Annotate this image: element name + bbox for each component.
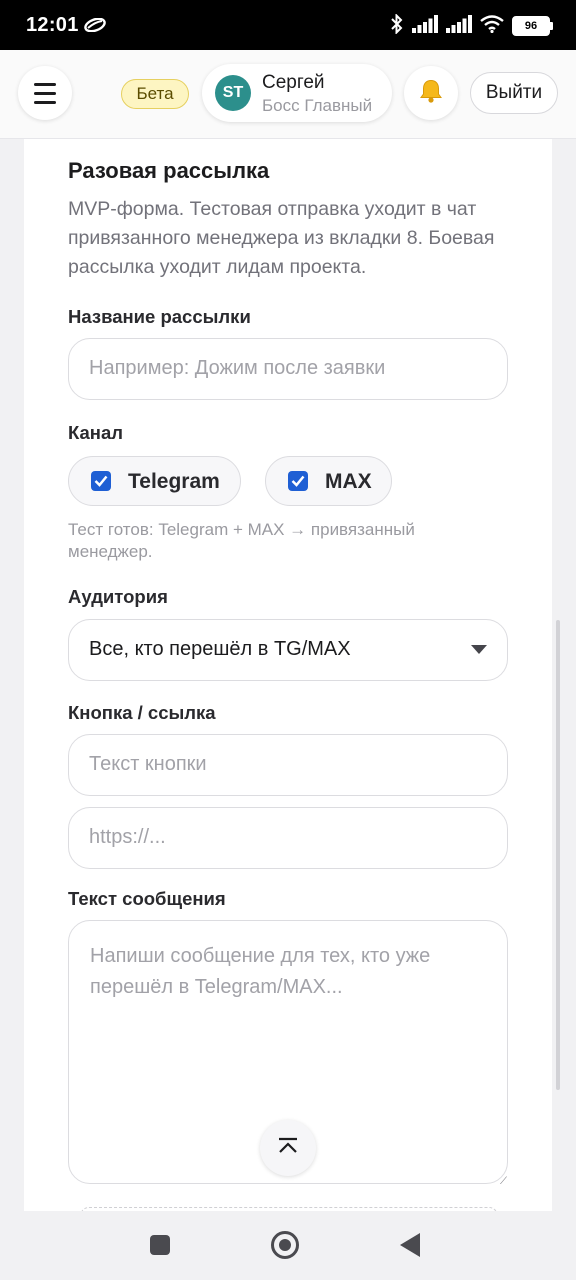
channel-option-telegram[interactable]: Telegram bbox=[68, 456, 241, 506]
system-nav-bar bbox=[0, 1211, 576, 1280]
avatar: ST bbox=[215, 75, 251, 111]
cloud-icon bbox=[84, 17, 106, 37]
max-label: MAX bbox=[325, 470, 372, 493]
bell-icon bbox=[418, 78, 444, 109]
url-input[interactable]: https://... bbox=[68, 807, 508, 869]
back-icon[interactable] bbox=[400, 1233, 420, 1257]
recents-icon[interactable] bbox=[150, 1235, 170, 1255]
form-title: Разовая рассылка bbox=[68, 158, 270, 183]
telegram-label: Telegram bbox=[128, 470, 220, 493]
audience-selected-value: Все, кто перешёл в TG/MAX bbox=[89, 638, 351, 660]
profile-chip[interactable]: ST Сергей Босс Главный bbox=[202, 64, 392, 122]
wifi-icon bbox=[480, 14, 504, 38]
button-text-placeholder: Текст кнопки bbox=[89, 753, 207, 775]
menu-button[interactable] bbox=[18, 66, 72, 120]
audience-select[interactable]: Все, кто перешёл в TG/MAX bbox=[68, 619, 508, 681]
user-role: Босс Главный bbox=[262, 96, 373, 115]
chevron-down-icon bbox=[471, 645, 487, 654]
max-checkbox[interactable] bbox=[288, 471, 308, 491]
status-bar: 12:01 96 bbox=[0, 0, 576, 50]
message-label: Текст сообщения bbox=[68, 888, 226, 909]
channel-option-max[interactable]: MAX bbox=[265, 456, 392, 506]
check-icon bbox=[291, 475, 305, 487]
signal-icon bbox=[412, 14, 438, 38]
status-icons: 96 bbox=[390, 12, 553, 39]
scrollbar[interactable] bbox=[556, 620, 560, 1090]
url-placeholder: https://... bbox=[89, 826, 166, 848]
logout-button[interactable]: Выйти bbox=[470, 72, 558, 114]
menu-icon bbox=[34, 82, 56, 86]
button-link-label: Кнопка / ссылка bbox=[68, 702, 216, 723]
home-icon[interactable] bbox=[271, 1231, 299, 1259]
scroll-to-top-button[interactable] bbox=[260, 1120, 316, 1176]
resize-handle-icon[interactable]: ⟋ bbox=[500, 1176, 507, 1187]
name-field-placeholder: Например: Дожим после заявки bbox=[89, 357, 386, 379]
notifications-button[interactable] bbox=[404, 66, 458, 120]
check-icon bbox=[94, 475, 108, 487]
message-placeholder: Напиши сообщение для тех, кто уже перешё… bbox=[90, 945, 431, 998]
menu-icon bbox=[34, 91, 56, 95]
signal-icon bbox=[446, 14, 472, 38]
menu-icon bbox=[34, 100, 56, 104]
name-field-label: Название рассылки bbox=[68, 306, 251, 327]
status-time: 12:01 bbox=[26, 14, 79, 36]
channel-hint: Тест готов: Telegram + MAX → привязанный… bbox=[68, 520, 415, 561]
button-text-input[interactable]: Текст кнопки bbox=[68, 734, 508, 796]
scroll-top-icon bbox=[277, 1137, 299, 1160]
battery-icon: 96 bbox=[512, 16, 553, 36]
user-name: Сергей bbox=[262, 72, 325, 93]
form-description: MVP-форма. Тестовая отправка уходит в ча… bbox=[68, 198, 495, 278]
app-header: Бета ST Сергей Босс Главный Выйти bbox=[0, 50, 576, 139]
channel-label: Канал bbox=[68, 422, 124, 443]
beta-badge: Бета bbox=[121, 79, 189, 109]
telegram-checkbox[interactable] bbox=[91, 471, 111, 491]
name-field[interactable]: Например: Дожим после заявки bbox=[68, 338, 508, 400]
audience-label: Аудитория bbox=[68, 586, 168, 607]
bluetooth-icon bbox=[390, 12, 404, 39]
